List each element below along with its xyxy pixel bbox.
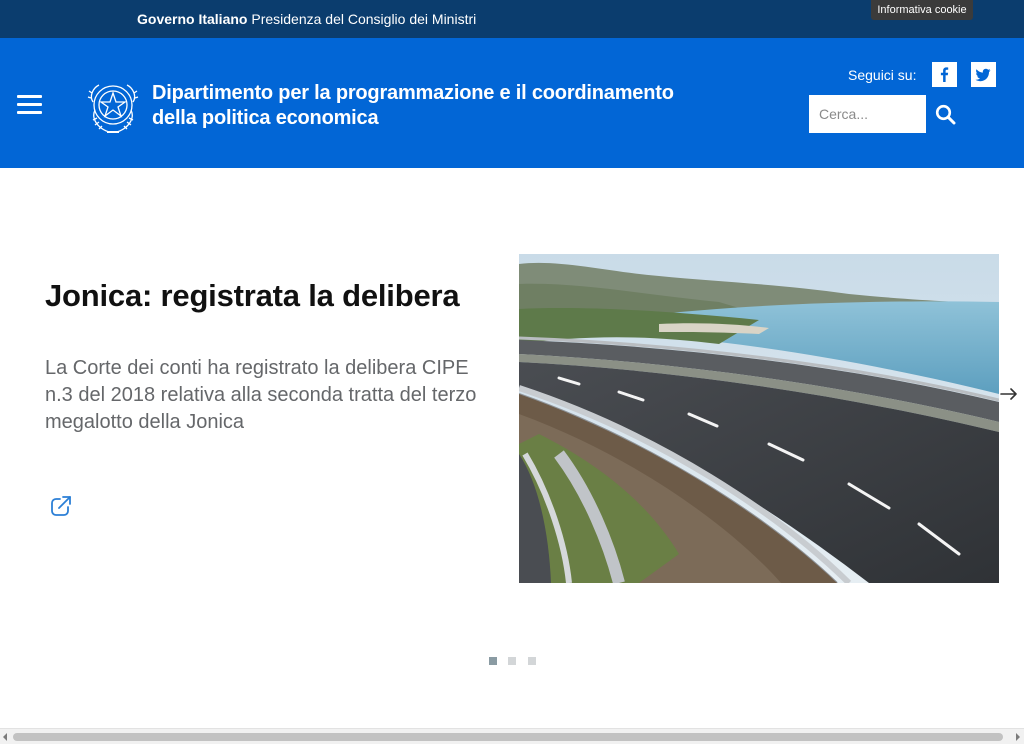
carousel-dot-3[interactable] <box>528 657 536 665</box>
carousel-dot-2[interactable] <box>508 657 516 665</box>
site-header: Dipartimento per la programmazione e il … <box>0 38 1024 168</box>
scroll-right-icon[interactable] <box>1016 733 1020 741</box>
facebook-button[interactable] <box>932 62 957 87</box>
search-icon <box>935 104 956 125</box>
scrollbar-thumb[interactable] <box>13 733 1003 741</box>
cookie-info-button[interactable]: Informativa cookie <box>871 0 973 20</box>
external-link-icon[interactable] <box>49 494 73 518</box>
twitter-button[interactable] <box>971 62 996 87</box>
search-button[interactable] <box>926 95 965 133</box>
scroll-left-icon[interactable] <box>3 733 7 741</box>
follow-us-label: Seguici su: <box>848 67 917 83</box>
twitter-icon <box>975 68 991 82</box>
facebook-icon <box>940 67 949 82</box>
italian-republic-emblem-icon[interactable] <box>85 78 141 136</box>
search-input[interactable] <box>809 95 926 133</box>
slide-image-highway[interactable] <box>519 254 999 583</box>
slide-description: La Corte dei conti ha registrato la deli… <box>45 357 477 433</box>
government-subtitle: Presidenza del Consiglio dei Ministri <box>251 11 477 27</box>
arrow-right-icon[interactable] <box>999 385 1019 403</box>
government-label[interactable]: Governo Italiano Presidenza del Consigli… <box>137 10 476 28</box>
hamburger-menu-icon[interactable] <box>17 95 42 115</box>
slide-title[interactable]: Jonica: registrata la delibera <box>45 278 460 314</box>
government-brand: Governo Italiano <box>137 11 248 27</box>
government-top-bar: Governo Italiano Presidenza del Consigli… <box>0 0 1024 38</box>
horizontal-scrollbar[interactable] <box>0 728 1024 744</box>
carousel-dot-1[interactable] <box>489 657 497 665</box>
site-title[interactable]: Dipartimento per la programmazione e il … <box>152 81 712 131</box>
